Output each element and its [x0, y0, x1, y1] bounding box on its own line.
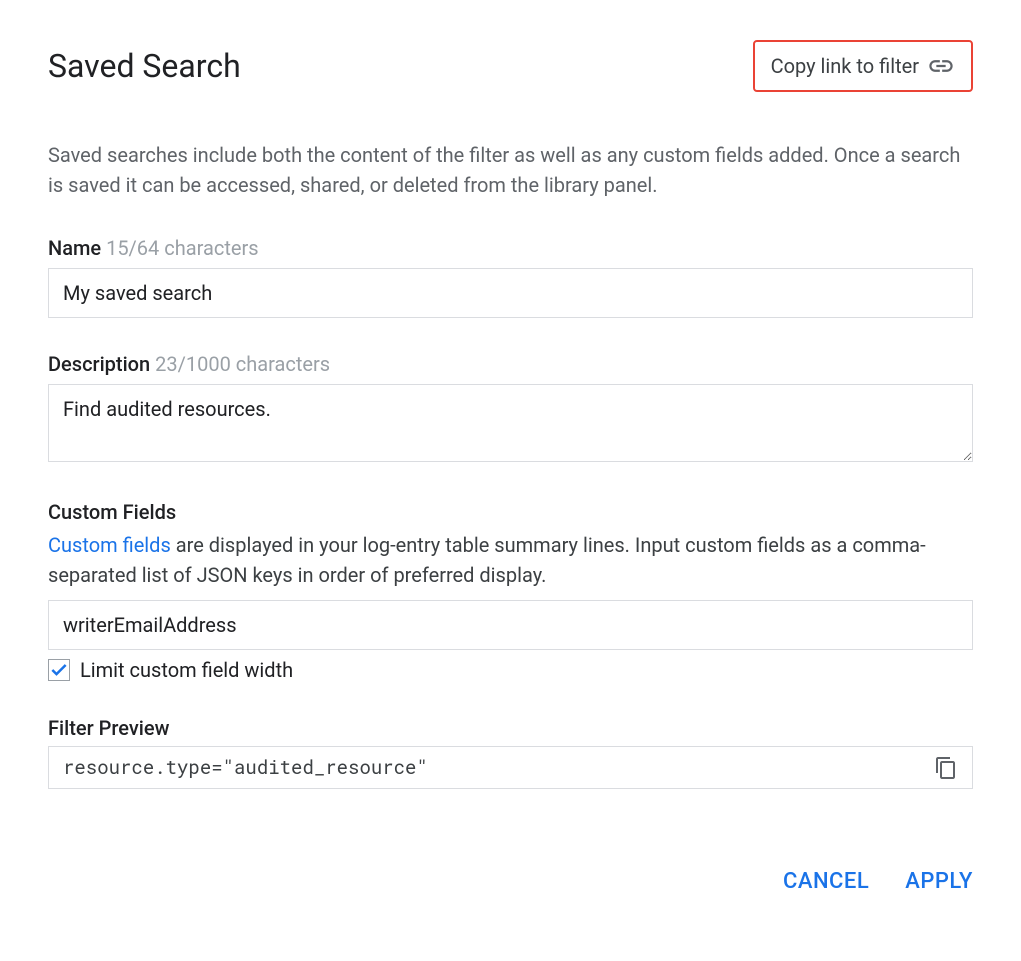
custom-fields-desc-text: are displayed in your log-entry table su… — [48, 533, 926, 587]
description-char-count: 23/1000 characters — [155, 352, 330, 376]
name-input[interactable] — [48, 268, 973, 318]
link-icon — [927, 52, 955, 80]
description-label: Description — [48, 352, 150, 376]
filter-preview-label: Filter Preview — [48, 716, 973, 740]
copy-link-to-filter-button[interactable]: Copy link to filter — [753, 40, 973, 92]
custom-fields-link[interactable]: Custom fields — [48, 533, 171, 557]
copy-icon — [934, 756, 958, 780]
description-input[interactable]: Find audited resources. — [48, 384, 973, 462]
custom-fields-input[interactable] — [48, 600, 973, 650]
filter-preview-box: resource.type="audited_resource" — [48, 746, 973, 789]
limit-width-checkbox[interactable] — [48, 659, 70, 681]
page-title: Saved Search — [48, 47, 241, 85]
cancel-button[interactable]: CANCEL — [783, 869, 869, 894]
copy-filter-button[interactable] — [934, 756, 958, 780]
apply-button[interactable]: APPLY — [905, 869, 973, 894]
intro-text: Saved searches include both the content … — [48, 140, 973, 200]
custom-fields-description: Custom fields are displayed in your log-… — [48, 530, 973, 590]
check-icon — [49, 660, 69, 680]
custom-fields-label: Custom Fields — [48, 500, 973, 524]
name-char-count: 15/64 characters — [106, 236, 259, 260]
limit-width-label: Limit custom field width — [80, 658, 293, 682]
name-label: Name — [48, 236, 101, 260]
copy-link-label: Copy link to filter — [771, 54, 919, 78]
filter-preview-code: resource.type="audited_resource" — [63, 755, 428, 780]
